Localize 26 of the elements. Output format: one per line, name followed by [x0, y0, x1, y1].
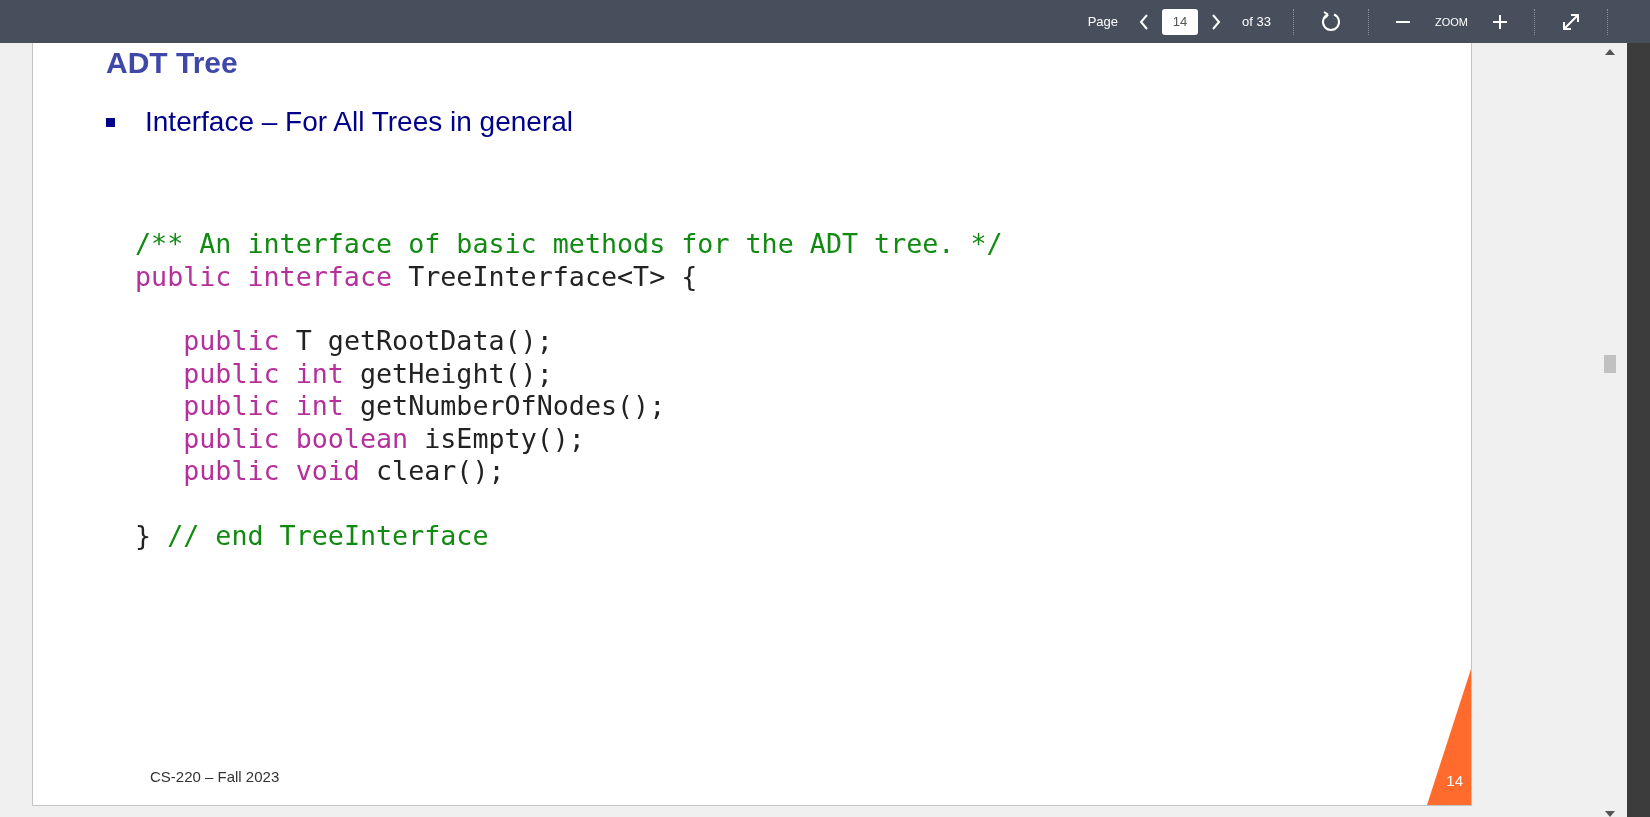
scroll-down-icon[interactable] — [1605, 811, 1615, 817]
code-line: public boolean isEmpty(); — [182, 422, 585, 455]
slide-title: ADT Tree — [106, 46, 238, 80]
slide-footer: CS-220 – Fall 2023 — [150, 768, 280, 785]
zoom-label: ZOOM — [1435, 15, 1468, 28]
page-number-field[interactable]: 14 — [1162, 8, 1199, 35]
scroll-up-icon[interactable] — [1605, 49, 1615, 55]
code-line: /** An interface of basic methods for the ADT tree. */ — [135, 228, 1003, 261]
minus-icon — [1395, 20, 1411, 23]
code-line: public int getHeight(); — [182, 357, 553, 390]
code-line: public interface TreeInterface<T> { — [135, 260, 698, 293]
chevron-right-icon — [1210, 12, 1223, 31]
code-line: } // end TreeInterface — [135, 519, 489, 552]
bullet-icon — [106, 117, 115, 127]
scrollbar-thumb[interactable] — [1604, 355, 1616, 373]
page-count: of 33 — [1242, 14, 1271, 29]
chevron-left-icon — [1138, 12, 1151, 31]
code-line: public int getNumberOfNodes(); — [182, 390, 666, 423]
slide-number: 14 — [1446, 772, 1463, 789]
code-line: public void clear(); — [182, 455, 505, 488]
expand-icon — [1561, 11, 1581, 32]
plus-icon — [1492, 13, 1508, 30]
page-label: Page — [1087, 14, 1119, 29]
rotate-icon — [1320, 10, 1342, 33]
bullet-text: Interface – For All Trees in general — [145, 106, 573, 138]
code-line: public T getRootData(); — [182, 325, 553, 358]
